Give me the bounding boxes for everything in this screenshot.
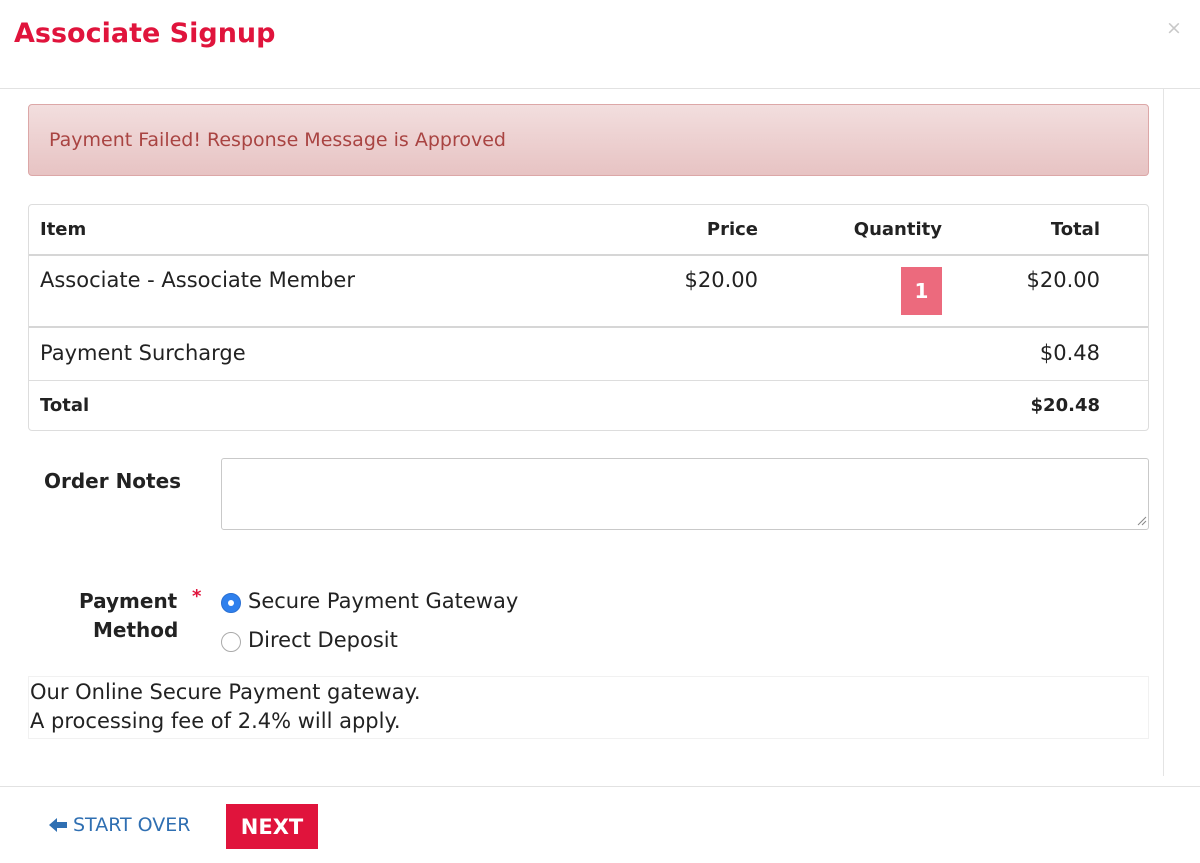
payment-method-label-line1: Payment	[79, 589, 178, 613]
description-line: A processing fee of 2.4% will apply.	[30, 709, 401, 733]
payment-method-label-line2: Method	[93, 618, 179, 642]
alert-message: Payment Failed! Response Message is Appr…	[49, 129, 506, 151]
modal-header: Associate Signup ×	[0, 0, 1200, 89]
arrow-left-icon	[49, 818, 67, 832]
radio-label-direct-deposit[interactable]: Direct Deposit	[248, 628, 398, 652]
resize-handle-icon[interactable]	[1137, 516, 1147, 526]
line-item-price: $20.00	[684, 268, 758, 292]
line-item-name: Associate - Associate Member	[40, 268, 355, 292]
scrollbar-track[interactable]	[1163, 89, 1164, 776]
start-over-link[interactable]: START OVER	[48, 814, 190, 836]
radio-label-secure-payment-gateway[interactable]: Secure Payment Gateway	[248, 589, 518, 613]
close-icon[interactable]: ×	[1166, 17, 1182, 39]
line-item-total: $20.00	[1026, 268, 1100, 292]
column-header-total: Total	[1050, 219, 1100, 240]
cart-table: Item Price Quantity Total Associate - As…	[28, 204, 1149, 431]
surcharge-label: Payment Surcharge	[40, 341, 246, 365]
column-header-price: Price	[706, 219, 758, 240]
next-button[interactable]: NEXT	[226, 804, 318, 849]
payment-method-description: Our Online Secure Payment gateway. A pro…	[28, 676, 1149, 739]
row-divider	[29, 380, 1148, 381]
grand-total-amount: $20.48	[1030, 395, 1100, 416]
modal-title: Associate Signup	[14, 18, 276, 49]
order-notes-textarea[interactable]	[221, 458, 1149, 530]
row-divider	[29, 326, 1148, 328]
description-line: Our Online Secure Payment gateway.	[30, 680, 421, 704]
required-asterisk: *	[192, 586, 202, 607]
header-divider	[29, 254, 1148, 256]
line-item-quantity-badge: 1	[901, 267, 942, 315]
start-over-label: START OVER	[73, 814, 191, 836]
column-header-item: Item	[40, 219, 87, 240]
order-notes-label: Order Notes	[44, 469, 182, 493]
surcharge-amount: $0.48	[1039, 341, 1100, 365]
payment-error-alert: Payment Failed! Response Message is Appr…	[28, 104, 1149, 176]
radio-direct-deposit[interactable]	[221, 632, 241, 652]
grand-total-label: Total	[40, 395, 90, 416]
radio-secure-payment-gateway[interactable]	[221, 593, 241, 613]
column-header-quantity: Quantity	[853, 219, 942, 240]
